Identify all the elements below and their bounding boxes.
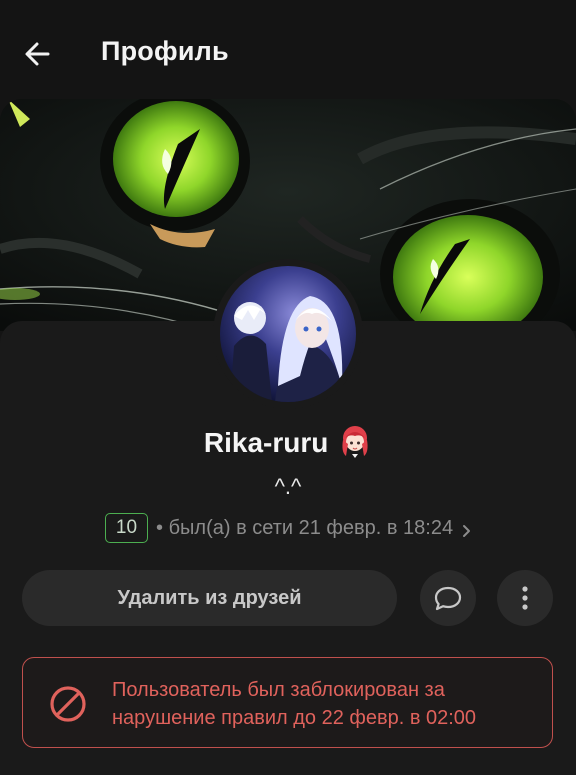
profile-screen: Профиль Rika-ruru ^.^ 10 • был(а) в сети… xyxy=(0,0,576,775)
red-haired-girl-emoji-icon xyxy=(338,424,372,458)
prohibited-icon xyxy=(50,686,86,722)
level-badge: 10 xyxy=(104,513,149,543)
profile-meta-row[interactable]: 10 • был(а) в сети 21 февр. в 18:24 xyxy=(0,512,576,544)
arrow-left-icon xyxy=(25,42,50,66)
top-bar: Профиль xyxy=(0,0,576,100)
more-vertical-icon xyxy=(522,586,528,610)
avatar[interactable] xyxy=(220,266,356,402)
remove-friend-button[interactable]: Удалить из друзей xyxy=(22,570,397,626)
last-seen-text: • был(а) в сети 21 февр. в 18:24 xyxy=(156,516,454,539)
profile-name-row: Rika-ruru xyxy=(0,424,576,459)
page-title: Профиль xyxy=(101,36,229,66)
back-button[interactable] xyxy=(20,36,60,72)
ban-notice-text: Пользователь был заблокирован за нарушен… xyxy=(112,679,477,729)
chevron-right-icon xyxy=(461,521,471,537)
ban-notice: Пользователь был заблокирован за нарушен… xyxy=(22,657,553,748)
chat-bubble-icon xyxy=(434,586,462,611)
profile-status-text: ^.^ xyxy=(274,474,302,499)
avatar-ring xyxy=(213,259,363,409)
profile-name: Rika-ruru xyxy=(203,427,329,458)
message-button[interactable] xyxy=(420,570,476,626)
more-options-button[interactable] xyxy=(497,570,553,626)
